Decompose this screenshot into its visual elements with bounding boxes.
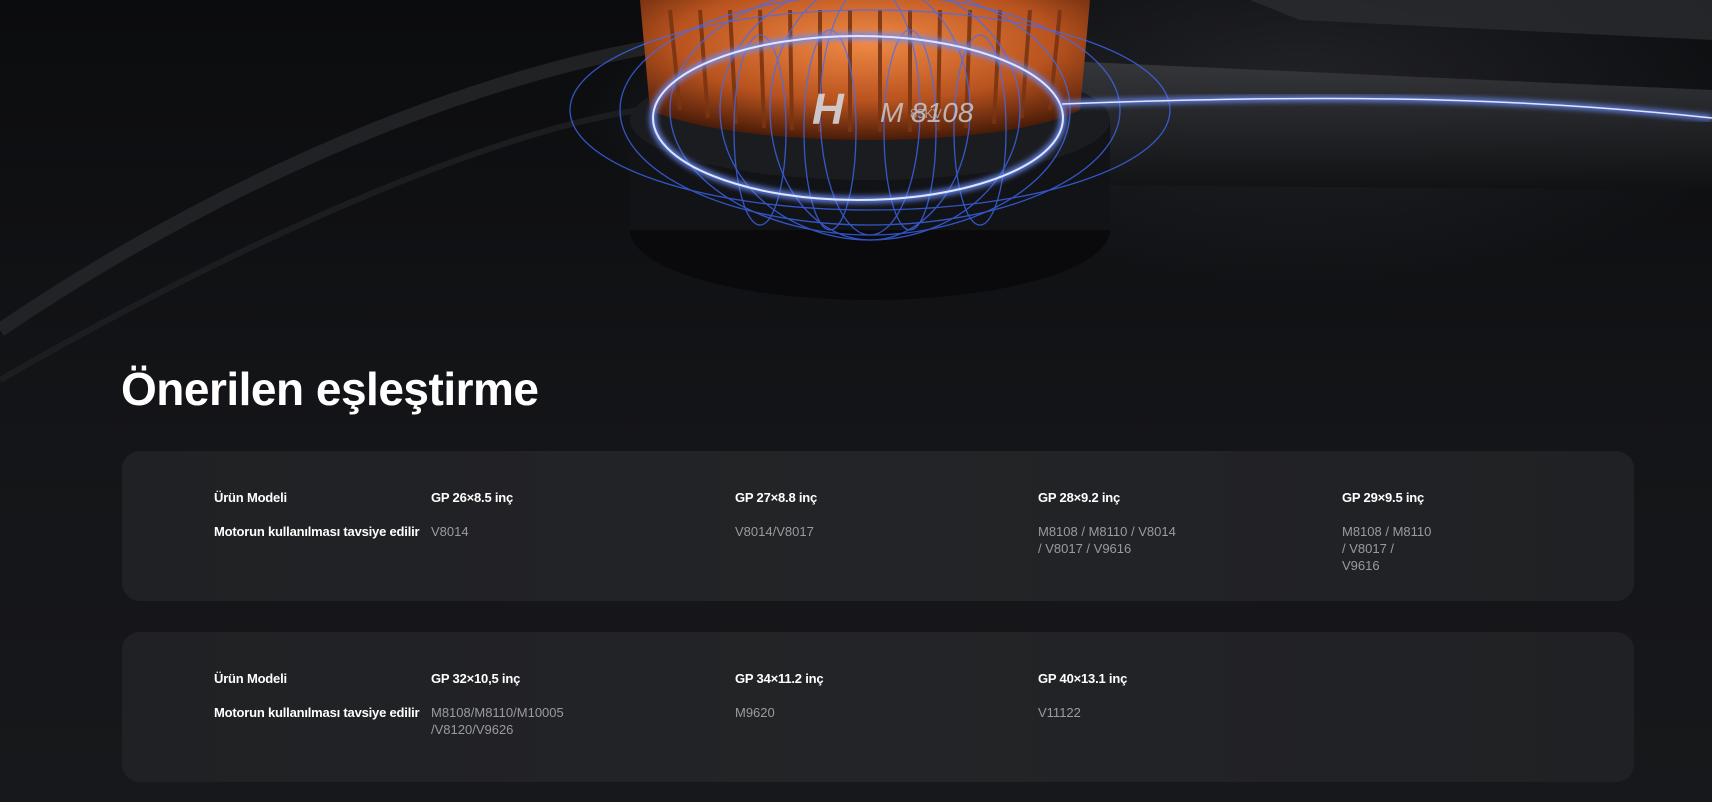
motor-brand-logo: H [812,85,845,134]
recommended-motor: M8108 / M8110 / V8014 / V8017 / V9616 [1038,524,1176,556]
row-label-motor: Motorun kullanılması tavsiye edilir [214,524,420,539]
recommended-motor: M9620 [735,705,775,720]
motor-kv-marking: 85KV [910,106,942,121]
recommended-motor: V11122 [1038,705,1081,720]
propeller-model: GP 32×10,5 inç [431,671,521,686]
row-label-model: Ürün Modeli [214,671,287,686]
recommended-motor: V8014/V8017 [735,524,814,539]
recommended-motor: M8108/M8110/M10005 /V8120/V9626 [431,705,564,737]
propeller-model: GP 34×11.2 inç [735,671,824,686]
propeller-model: GP 29×9.5 inç [1342,490,1425,505]
propeller-model: GP 27×8.8 inç [735,490,818,505]
section-title: Önerilen eşleştirme [121,363,539,415]
propeller-model: GP 40×13.1 inç [1038,671,1128,686]
matching-table-1: Ürün Modeli Motorun kullanılması tavsiye… [122,451,1634,601]
propeller-model: GP 26×8.5 inç [431,490,514,505]
recommended-motor: V8014 [431,524,469,539]
propeller-model: GP 28×9.2 inç [1038,490,1121,505]
matching-table-2: Ürün Modeli Motorun kullanılması tavsiye… [122,632,1634,782]
row-label-model: Ürün Modeli [214,490,287,505]
recommended-motor: M8108 / M8110 / V8017 / V9616 [1342,524,1432,573]
row-label-motor: Motorun kullanılması tavsiye edilir [214,705,420,720]
